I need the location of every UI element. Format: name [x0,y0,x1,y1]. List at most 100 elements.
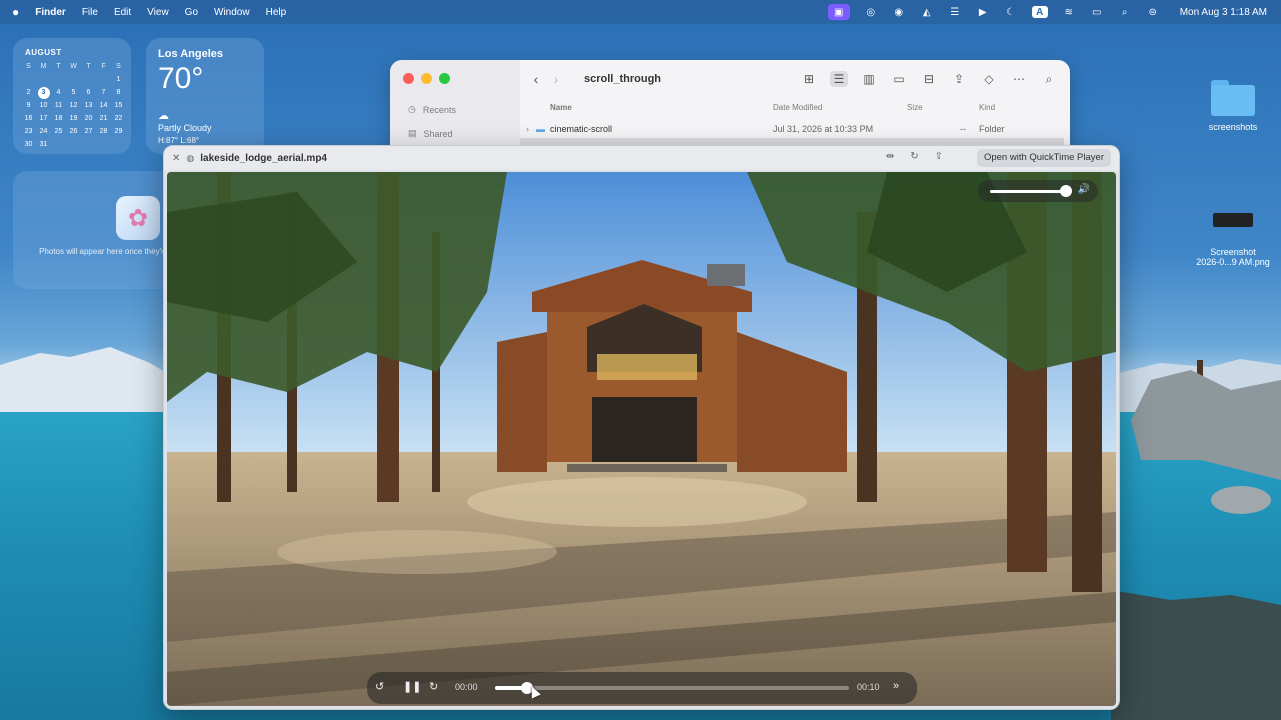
desktop-file-label-line1: Screenshot [1210,247,1256,257]
calendar-day: 9 [26,102,31,109]
share-icon[interactable]: ⇪ [950,71,968,87]
calendar-weekday: T [86,63,91,70]
menu-bar: ● Finder File Edit View Go Window Help ▣… [0,0,1281,24]
speaker-icon[interactable]: 🔊 [1078,184,1090,195]
disclosure-chevron-icon[interactable]: › [526,124,529,134]
trim-icon[interactable]: ⇹ [886,151,894,162]
apple-menu-icon[interactable]: ● [12,5,19,19]
calendar-day: 30 [24,141,33,148]
calendar-widget[interactable]: AUGUST S M T W T F S 1 2 3 4 5 6 7 8 9 10 11 12 13 14 15 16 17 1… [13,38,131,154]
video-preview-window[interactable]: ✕ ◍ lakeside_lodge_aerial.mp4 ⇹ ↻ ⇪ Open… [163,145,1120,710]
column-date[interactable]: Date Modified [773,103,822,112]
calendar-day [36,74,51,86]
close-button[interactable] [403,73,414,84]
total-time: 00:10 [857,682,880,692]
calendar-day: 3 [37,87,50,99]
back-button[interactable]: ‹ [526,71,546,87]
calendar-day: 15 [114,102,123,109]
playback-controls: ↺ ❚❚ ↻ 00:00 00:10 » [367,672,917,704]
finder-column-headers: Name Date Modified Size Kind [520,100,1070,116]
share-icon[interactable]: ⇪ [935,151,943,162]
player-titlebar: ✕ ◍ lakeside_lodge_aerial.mp4 ⇹ ↻ ⇪ Open… [164,146,1119,170]
column-size[interactable]: Size [907,103,923,112]
battery-icon[interactable]: ▭ [1090,6,1104,18]
forward-button[interactable]: › [546,71,566,87]
zoom-button[interactable] [439,73,450,84]
sidebar-item-label: Shared [423,128,453,139]
video-frame[interactable]: 🔊 ↺ ❚❚ ↻ 00:00 00:10 » [167,172,1116,706]
wifi-icon[interactable]: ≋ [1062,6,1076,18]
calendar-day: 21 [99,115,108,122]
calendar-day: 23 [24,128,33,135]
sidebar-item-recents[interactable]: ◷ Recents [408,104,456,115]
table-row[interactable]: › ▬ cinematic-scroll Jul 31, 2026 at 10:… [520,122,1064,138]
calendar-weekday: M [40,63,47,70]
close-icon[interactable]: ✕ [172,153,180,164]
row-size: -- [960,124,966,134]
menu-view[interactable]: View [147,7,169,18]
search-icon[interactable]: ⌕ [1118,6,1132,18]
calendar-day: 28 [99,128,108,135]
column-view-icon[interactable]: ▥ [860,71,878,87]
window-controls [403,73,450,84]
calendar-day: 31 [39,141,48,148]
minimize-button[interactable] [421,73,432,84]
column-name[interactable]: Name [550,103,572,112]
playback-scrubber[interactable] [495,682,849,694]
calendar-grid: S M T W T F S 1 2 3 4 5 6 7 8 9 10 11 12 13 14 15 16 17 18 19 20 21… [21,61,126,151]
play-icon[interactable]: ▶ [976,6,990,18]
desktop-folder-screenshots[interactable]: screenshots [1196,80,1270,132]
column-kind[interactable]: Kind [979,103,995,112]
volume-control[interactable]: 🔊 [978,180,1098,202]
cloud-sun-icon: ☁ [158,110,169,122]
focus-icon[interactable]: ◎ [864,6,878,18]
calendar-day: 24 [39,128,48,135]
calendar-day: 10 [39,102,48,109]
volume-slider-knob[interactable] [1060,185,1072,197]
keyboard-a-icon[interactable]: A [1031,6,1048,18]
sidebar-item-shared[interactable]: ▤ Shared [408,128,453,139]
gallery-view-icon[interactable]: ▭ [890,71,908,87]
calendar-day: 19 [69,115,78,122]
screen-record-icon[interactable]: ▣ [827,4,850,20]
rotate-icon[interactable]: ↻ [910,151,918,162]
menu-go[interactable]: Go [185,7,198,18]
weather-city: Los Angeles [158,48,223,60]
fast-forward-icon[interactable]: » [893,680,899,692]
tag-icon[interactable]: ◇ [980,71,998,87]
menu-file[interactable]: File [82,7,98,18]
weather-widget[interactable]: Los Angeles 70° ☁ Partly Cloudy H:87° L:… [146,38,264,154]
screenshot-thumbnail-icon [1213,213,1253,227]
list-view-icon[interactable]: ☰ [830,71,848,87]
moon-icon[interactable]: ☾ [1004,6,1018,18]
app-icon[interactable]: ◭ [920,6,934,18]
menu-window[interactable]: Window [214,7,250,18]
menu-help[interactable]: Help [266,7,287,18]
open-with-quicktime-button[interactable]: Open with QuickTime Player [976,149,1111,167]
group-icon[interactable]: ⊟ [920,71,938,87]
pause-icon[interactable]: ❚❚ [403,680,421,693]
sync-icon[interactable]: ◉ [892,6,906,18]
row-name: cinematic-scroll [550,124,613,134]
volume-slider-track[interactable] [990,190,1070,193]
messages-icon[interactable]: ☰ [948,6,962,18]
folder-icon [1211,80,1255,116]
rocks-and-trees [1111,360,1281,720]
calendar-day [81,74,96,86]
menu-edit[interactable]: Edit [114,7,131,18]
more-icon[interactable]: ⋯ [1010,71,1028,87]
calendar-day: 11 [54,102,63,109]
menu-finder[interactable]: Finder [35,7,66,18]
icon-view-icon[interactable]: ⊞ [800,71,818,87]
skip-back-15-icon[interactable]: ↺ [375,680,384,693]
row-kind: Folder [979,124,1005,134]
weather-temp: 70° [158,62,204,95]
current-time: 00:00 [455,682,478,692]
skip-forward-15-icon[interactable]: ↻ [429,680,438,693]
search-icon[interactable]: ⌕ [1040,71,1058,87]
file-icon: ◍ [186,152,195,163]
control-center-icon[interactable]: ⊜ [1146,6,1160,18]
desktop-file-screenshot[interactable]: Screenshot 2026-0...9 AM.png [1186,213,1280,267]
calendar-day: 6 [86,89,91,96]
menubar-clock[interactable]: Mon Aug 3 1:18 AM [1180,7,1267,18]
